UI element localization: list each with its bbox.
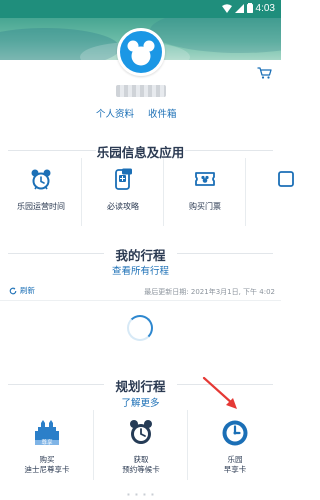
premier-access-icon: 尊享 — [35, 420, 59, 446]
plan-title-text: 规划行程 — [115, 379, 166, 394]
plan-early-park-entry[interactable]: 乐园 早享卡 — [188, 410, 282, 480]
username-redacted — [116, 85, 166, 97]
app-park-hours-label: 乐园运营时间 — [17, 202, 65, 211]
cart-icon[interactable] — [257, 67, 272, 79]
title-rule-left — [8, 253, 104, 254]
title-rule-right — [185, 150, 273, 151]
view-all-itineraries-link[interactable]: 查看所有行程 — [0, 263, 281, 277]
status-time: 4:03 — [255, 3, 275, 14]
divider — [0, 300, 281, 301]
plan-buy-premier-access[interactable]: 尊享 购买 迪士尼尊享卡 — [0, 410, 94, 480]
signal-icon — [235, 3, 244, 13]
refresh-button[interactable]: 刷新 — [9, 285, 35, 296]
plan-cards-row: 尊享 购买 迪士尼尊享卡 获取 预约等候卡 乐园 早享卡 — [0, 410, 281, 480]
return-time-card-icon — [130, 420, 152, 444]
alarm-clock-mickey-icon — [31, 169, 51, 190]
title-rule-right — [177, 253, 273, 254]
plan-early-park-entry-line2: 早享卡 — [223, 465, 247, 474]
wifi-icon — [222, 3, 232, 13]
learn-more-link[interactable]: 了解更多 — [0, 395, 281, 409]
last-updated-text: 最后更新日期: 2021年3月1日, 下午 4:02 — [144, 288, 275, 296]
early-park-entry-icon — [222, 420, 248, 446]
itinerary-title-text: 我的行程 — [115, 248, 166, 263]
status-bar: 4:03 — [0, 0, 281, 18]
svg-text:尊享: 尊享 — [41, 438, 53, 446]
itinerary-title: 我的行程 — [0, 245, 281, 264]
title-rule-left — [8, 150, 96, 151]
loading-spinner — [127, 315, 153, 341]
mickey-icon — [127, 40, 155, 66]
app-more-partial[interactable] — [246, 158, 320, 226]
plan-title: 规划行程 — [0, 376, 281, 395]
title-rule-left — [8, 384, 104, 385]
refresh-icon — [9, 287, 17, 294]
park-apps-row: 乐园运营时间 必读攻略 购买门票 — [0, 158, 300, 226]
profile-links: 个人资料 收件箱 — [96, 106, 177, 120]
status-icons — [222, 3, 253, 13]
ticket-icon — [195, 172, 215, 186]
avatar[interactable] — [117, 28, 165, 76]
plan-get-return-time-line2: 预约等候卡 — [122, 465, 160, 474]
battery-icon — [247, 3, 253, 13]
title-rule-right — [177, 384, 273, 385]
next-section-peek: · · · · — [126, 488, 155, 500]
app-must-read-guide-label: 必读攻略 — [107, 202, 139, 211]
personal-info-link[interactable]: 个人资料 — [96, 106, 134, 120]
refresh-label: 刷新 — [20, 286, 35, 295]
app-buy-tickets[interactable]: 购买门票 — [164, 158, 246, 226]
partial-icon — [278, 171, 294, 187]
app-must-read-guide[interactable]: 必读攻略 — [82, 158, 164, 226]
plan-get-return-time[interactable]: 获取 预约等候卡 — [94, 410, 188, 480]
app-buy-tickets-label: 购买门票 — [189, 202, 221, 211]
inbox-link[interactable]: 收件箱 — [148, 106, 177, 120]
plan-buy-premier-access-line2: 迪士尼尊享卡 — [24, 465, 70, 474]
app-park-hours[interactable]: 乐园运营时间 — [0, 158, 82, 226]
phone-guide-icon — [115, 168, 132, 190]
